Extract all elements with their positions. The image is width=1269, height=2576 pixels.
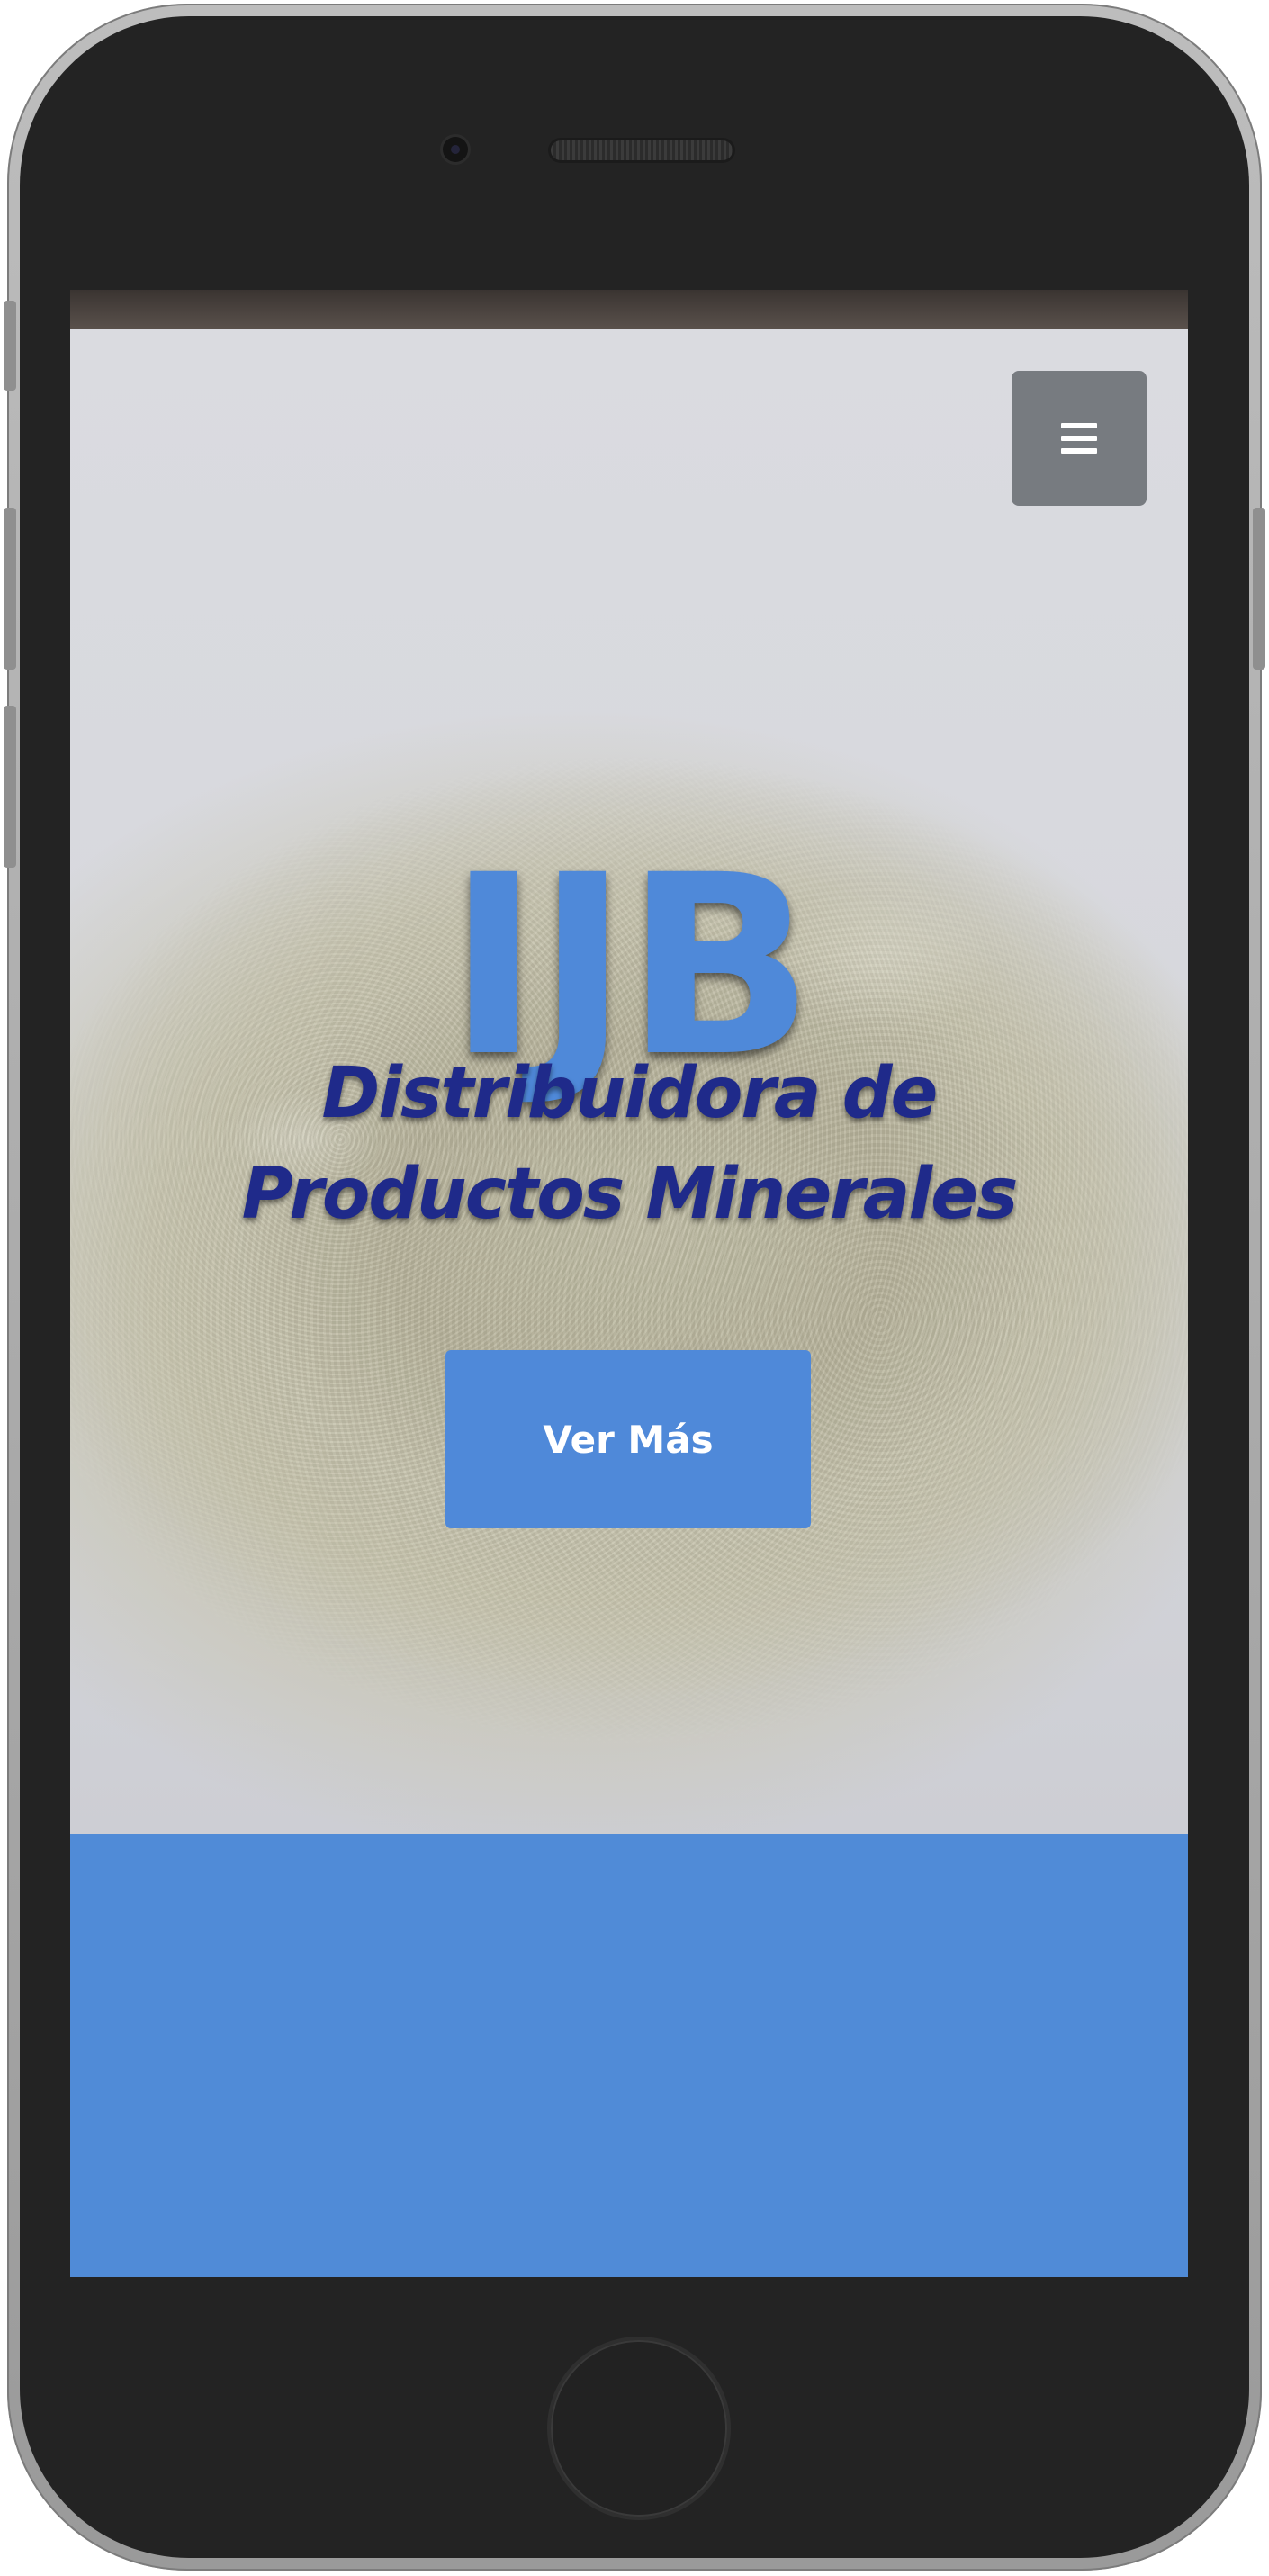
brand-tagline: Distribuidora de Productos Minerales	[241, 1052, 1019, 1235]
volume-up-button	[4, 508, 16, 670]
about-title: Acerca de	[70, 2265, 1188, 2277]
hamburger-menu-icon	[1061, 423, 1097, 454]
earpiece-speaker	[551, 140, 733, 160]
menu-toggle-button[interactable]	[1012, 371, 1147, 506]
front-camera	[443, 137, 468, 162]
silent-switch	[4, 301, 16, 391]
top-strip	[70, 290, 1188, 329]
home-button	[551, 2340, 727, 2517]
ver-mas-button[interactable]: Ver Más	[446, 1350, 811, 1528]
phone-screen: IJB Distribuidora de Productos Minerales…	[70, 290, 1188, 2277]
volume-down-button	[4, 706, 16, 868]
about-section: Acerca de	[70, 1834, 1188, 2277]
power-button	[1253, 508, 1265, 670]
hero-section: IJB Distribuidora de Productos Minerales…	[70, 329, 1188, 1834]
